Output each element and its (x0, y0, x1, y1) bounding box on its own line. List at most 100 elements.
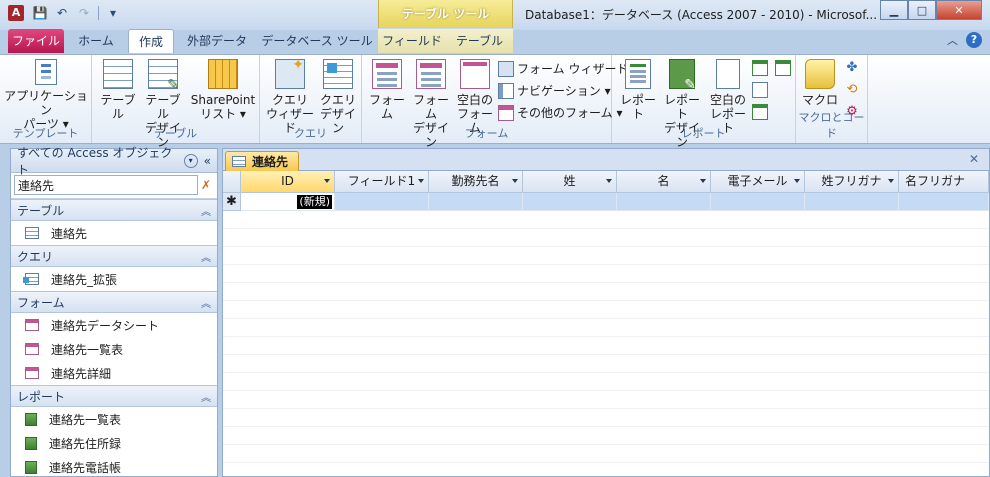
query-design-button[interactable]: クエリ デザイン (316, 59, 360, 135)
column-filter-dropdown-icon[interactable] (794, 179, 800, 183)
nav-item-report[interactable]: 連絡先住所録 (11, 431, 217, 455)
blank-report-button[interactable]: 空白の レポート (706, 59, 750, 135)
tab-file[interactable]: ファイル (8, 29, 64, 53)
collapse-chevron-icon[interactable]: ︽ (201, 203, 211, 218)
column-header-label: 勤務先名 (451, 174, 500, 188)
undo-icon[interactable]: ↶ (54, 5, 70, 21)
nav-group-forms[interactable]: フォーム ︽ (11, 291, 217, 313)
column-filter-dropdown-icon[interactable] (606, 179, 612, 183)
customize-qat-icon[interactable]: ▾ (105, 5, 121, 21)
column-header[interactable]: 姓フリガナ (805, 171, 899, 193)
macro-button[interactable]: マクロ (800, 59, 840, 107)
tab-home[interactable]: ホーム (68, 29, 124, 53)
redo-icon[interactable]: ↷ (76, 5, 92, 21)
nav-group-tables[interactable]: テーブル ︽ (11, 199, 217, 221)
report-more-icon (752, 104, 768, 120)
navigation-icon (498, 82, 514, 99)
clear-search-icon[interactable]: ✗ (199, 178, 213, 192)
new-record-cell[interactable] (335, 193, 429, 211)
collapse-chevron-icon[interactable]: ︽ (201, 389, 211, 404)
new-record-cell[interactable] (805, 193, 899, 211)
report-wizard-button[interactable] (752, 60, 791, 76)
nav-item-form[interactable]: 連絡先詳細 (11, 361, 217, 385)
column-header[interactable]: ID (241, 171, 335, 193)
blank-form-icon (460, 59, 490, 89)
save-icon[interactable]: 💾 (32, 5, 48, 21)
class-module-button[interactable]: ⟲ (844, 82, 860, 98)
minimize-ribbon-icon[interactable]: ︿ (947, 32, 958, 48)
more-forms-button[interactable]: その他のフォーム ▾ (498, 104, 622, 121)
nav-item-report[interactable]: 連絡先一覧表 (11, 407, 217, 431)
labels-button[interactable] (752, 82, 768, 98)
query-wizard-icon (275, 58, 305, 89)
minimize-button[interactable]: ▁ (880, 0, 908, 20)
report-more-button[interactable] (752, 104, 768, 120)
column-filter-dropdown-icon[interactable] (512, 179, 518, 183)
column-header[interactable]: フィールド1 (335, 171, 429, 193)
datasheet-body[interactable] (223, 211, 989, 476)
select-all-button[interactable] (223, 171, 241, 193)
collapse-chevron-icon[interactable]: ︽ (201, 249, 211, 264)
column-filter-dropdown-icon[interactable] (888, 179, 894, 183)
tab-fields[interactable]: フィールド (378, 29, 446, 53)
nav-pane-header[interactable]: すべての Access オブジェクト ▾ « (11, 146, 217, 177)
form-icon (25, 343, 39, 355)
close-document-icon[interactable]: ✕ (969, 152, 979, 166)
column-filter-dropdown-icon[interactable] (700, 179, 706, 183)
nav-search-input[interactable] (14, 175, 198, 195)
new-record-cell[interactable] (617, 193, 711, 211)
navigation-button[interactable]: ナビゲーション ▾ (498, 82, 611, 99)
new-record-cell[interactable] (899, 193, 989, 211)
shutter-bar-collapse-icon[interactable]: « (204, 154, 211, 168)
column-filter-dropdown-icon[interactable] (324, 179, 330, 183)
new-record-id-cell[interactable]: (新規) (241, 193, 335, 211)
table-label: テーブル (100, 93, 136, 121)
nav-item-label: 連絡先電話帳 (49, 460, 122, 475)
close-window-button[interactable]: ✕ (936, 0, 982, 20)
module-button[interactable]: ✤ (844, 60, 860, 76)
table-button[interactable]: テーブル (98, 59, 138, 121)
new-record-row[interactable]: ✱ (新規) (223, 193, 989, 211)
column-header[interactable]: 名フリガナ (899, 171, 989, 193)
nav-item-query[interactable]: 連絡先_拡張 (11, 267, 217, 291)
query-wizard-button[interactable]: クエリ ウィザード (264, 58, 316, 135)
new-record-cell[interactable] (711, 193, 805, 211)
sharepoint-list-label: SharePoint リスト ▾ (190, 93, 256, 121)
nav-group-label: レポート (17, 389, 66, 404)
tab-external-data[interactable]: 外部データ (178, 29, 256, 53)
column-header[interactable]: 姓 (523, 171, 617, 193)
new-record-cell[interactable] (429, 193, 523, 211)
nav-item-table[interactable]: 連絡先 (11, 221, 217, 245)
table-icon (25, 227, 39, 239)
group-macros-code: マクロ ✤ ⟲ ⚙ マクロとコード (796, 55, 868, 143)
report-button[interactable]: レポート (618, 59, 658, 121)
sharepoint-list-button[interactable]: SharePoint リスト ▾ (188, 59, 258, 121)
blank-form-button[interactable]: 空白の フォーム (454, 59, 496, 135)
nav-group-reports[interactable]: レポート ︽ (11, 385, 217, 407)
maximize-button[interactable]: □ (908, 0, 936, 20)
form-button[interactable]: フォーム (366, 59, 408, 121)
column-header-label: 姓フリガナ (821, 174, 882, 188)
nav-group-queries[interactable]: クエリ ︽ (11, 245, 217, 267)
nav-search-bar: ✗ (11, 173, 217, 199)
table-design-icon (148, 59, 179, 92)
collapse-chevron-icon[interactable]: ︽ (201, 295, 211, 310)
access-app-icon[interactable]: A (8, 5, 24, 21)
tab-database-tools[interactable]: データベース ツール (260, 29, 374, 53)
nav-item-report[interactable]: 連絡先電話帳 (11, 455, 217, 477)
document-tab-contacts[interactable]: 連絡先 (225, 151, 299, 171)
form-wizard-button[interactable]: フォーム ウィザード (498, 60, 628, 77)
nav-item-form[interactable]: 連絡先一覧表 (11, 337, 217, 361)
column-header[interactable]: 名 (617, 171, 711, 193)
column-header[interactable]: 電子メール (711, 171, 805, 193)
column-header[interactable]: 勤務先名 (429, 171, 523, 193)
nav-item-form[interactable]: 連絡先データシート (11, 313, 217, 337)
tab-table[interactable]: テーブル (446, 29, 513, 53)
help-icon[interactable]: ? (966, 32, 982, 48)
new-record-selector[interactable]: ✱ (223, 193, 241, 211)
application-parts-button[interactable]: アプリケーション パーツ ▾ (4, 59, 88, 131)
new-record-cell[interactable] (523, 193, 617, 211)
column-filter-dropdown-icon[interactable] (418, 179, 424, 183)
tab-create[interactable]: 作成 (128, 29, 174, 53)
nav-menu-chevron-icon[interactable]: ▾ (183, 153, 198, 168)
